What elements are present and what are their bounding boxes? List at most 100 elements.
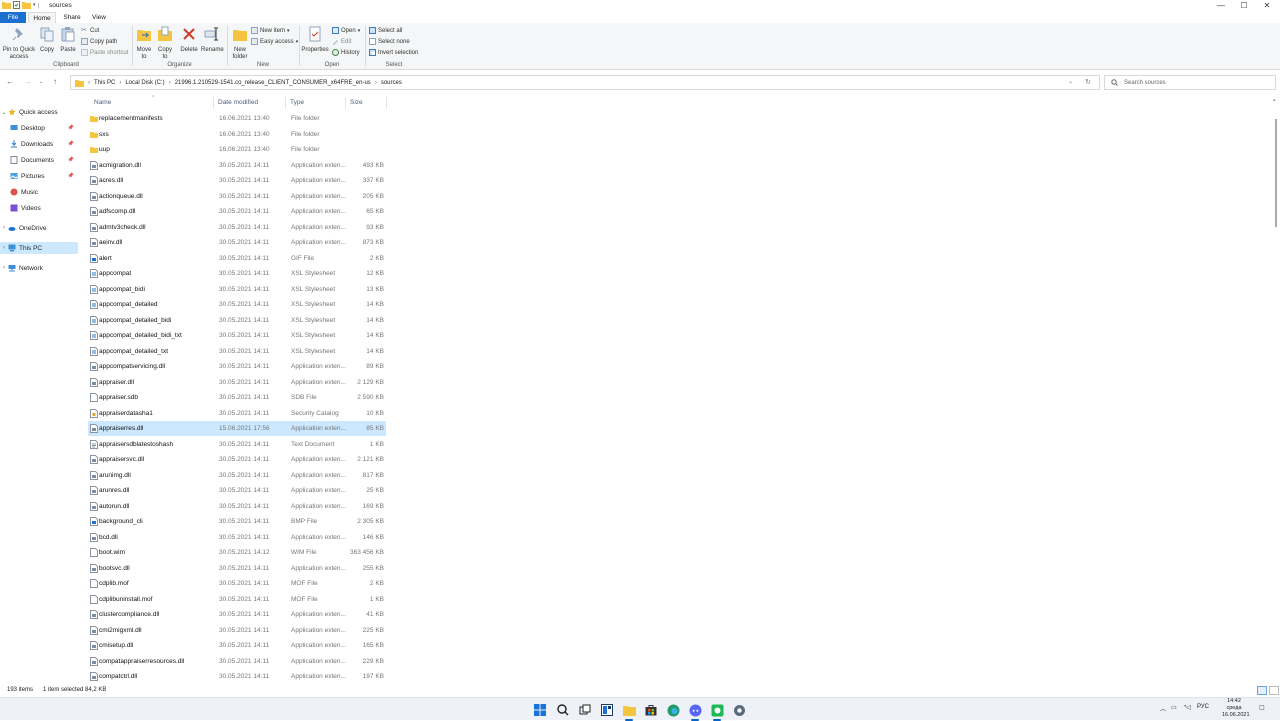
open-button[interactable]: Open ▾ (332, 27, 360, 34)
breadcrumb-separator-icon[interactable]: › (88, 80, 90, 86)
back-arrow-icon[interactable]: ← (6, 77, 14, 86)
network-status-icon[interactable]: ▭ (1171, 704, 1177, 711)
file-row[interactable]: bootsvc.dll 30.05.2021 14:11 Application e… (88, 561, 386, 576)
file-row[interactable]: aeinv.dll 30.05.2021 14:11 Application ext… (88, 235, 386, 250)
large-icons-view-button[interactable] (1269, 686, 1279, 695)
file-row[interactable]: replacementmanifests 16.06.2021 13:40 File… (88, 111, 386, 126)
nav-onedrive[interactable]: › OneDrive (0, 222, 78, 234)
nav-this-pc[interactable]: › This PC (0, 242, 78, 254)
refresh-icon[interactable]: ↻ (1085, 78, 1091, 86)
qa-dropdown-icon[interactable]: ▾ (33, 2, 36, 8)
file-row[interactable]: appcompat_detailed_bidi 30.05.2021 14:11 X… (88, 313, 386, 328)
column-name[interactable]: Name (94, 99, 111, 106)
file-row[interactable]: compatappraiserresources.dll 30.05.2021 1… (88, 654, 386, 669)
file-row[interactable]: admtv3check.dll 30.05.2021 14:11 Applicati… (88, 220, 386, 235)
nav-quick-access[interactable]: ⌄ Quick access (0, 106, 78, 118)
nav-pictures[interactable]: Pictures 📌 (0, 170, 78, 182)
breadcrumb-separator-icon[interactable]: › (375, 80, 377, 86)
select-none-button[interactable]: Select none (369, 38, 410, 45)
file-row[interactable]: appcompat_detailed_bidi_txt 30.05.2021 14… (88, 328, 386, 343)
nav-network[interactable]: › Network (0, 262, 78, 274)
file-row[interactable]: arunimg.dll 30.05.2021 14:11 Application e… (88, 468, 386, 483)
tab-file[interactable]: File (0, 12, 26, 23)
column-type[interactable]: Type (290, 99, 304, 106)
properties-button[interactable]: Properties (301, 26, 329, 54)
address-dropdown-icon[interactable]: ⌄ (1068, 78, 1073, 85)
file-row[interactable]: arunres.dll 30.05.2021 14:11 Application e… (88, 483, 386, 498)
expand-arrow-icon[interactable]: ⌄ (0, 109, 8, 116)
close-button[interactable]: ✕ (1256, 0, 1278, 11)
vertical-scrollbar[interactable]: ▴ (1272, 97, 1279, 683)
file-row[interactable]: appcompat_detailed 30.05.2021 14:11 XSL St… (88, 297, 386, 312)
notifications-icon[interactable]: ▢ (1259, 704, 1265, 711)
pin-quick-access-button[interactable]: Pin to Quick access (2, 26, 36, 61)
properties-icon[interactable] (13, 1, 20, 9)
file-row[interactable]: bcd.dll 30.05.2021 14:11 Application exten… (88, 530, 386, 545)
forward-arrow-icon[interactable]: → (24, 77, 32, 86)
taskbar-clock[interactable]: 14:42 среда 16.06.2021 (1222, 698, 1250, 719)
paste-button[interactable]: Paste (58, 26, 78, 54)
easy-access-button[interactable]: Easy access ▾ (251, 38, 298, 45)
file-row[interactable]: adfscomp.dll 30.05.2021 14:11 Application … (88, 204, 386, 219)
file-row[interactable]: alert 30.05.2021 14:11 GIF File 2 KB (88, 251, 386, 266)
breadcrumb-separator-icon[interactable]: › (119, 80, 121, 86)
column-divider[interactable] (285, 97, 286, 109)
address-bar[interactable]: › This PC › Local Disk (C:) › 21996.1.21… (70, 75, 1100, 90)
file-row[interactable]: cdplib.mof 30.05.2021 14:11 MOF File 2 KB (88, 576, 386, 591)
column-divider[interactable] (213, 97, 214, 109)
breadcrumb-this-pc[interactable]: This PC (94, 80, 115, 86)
up-arrow-icon[interactable]: ↑ (53, 77, 57, 86)
file-row[interactable]: background_cli 30.05.2021 14:11 BMP File 2 … (88, 514, 386, 529)
breadcrumb-release-folder[interactable]: 21996.1.210529-1541.co_release_CLIENT_CO… (175, 80, 371, 86)
tab-view[interactable]: View (88, 12, 110, 23)
file-row[interactable]: sxs 16.06.2021 13:40 File folder (88, 127, 386, 142)
edge-browser-icon[interactable] (665, 702, 681, 718)
file-row[interactable]: appraiser.sdb 30.05.2021 14:11 SDB File 2 5… (88, 390, 386, 405)
scroll-up-icon[interactable]: ▴ (1273, 97, 1276, 103)
nav-desktop[interactable]: Desktop 📌 (0, 122, 78, 134)
file-row[interactable]: acres.dll 30.05.2021 14:11 Application ext… (88, 173, 386, 188)
file-row[interactable]: uup 16.06.2021 13:40 File folder (88, 142, 386, 157)
language-indicator[interactable]: РУС (1197, 704, 1209, 710)
file-row[interactable]: clustercompliance.dll 30.05.2021 14:11 App… (88, 607, 386, 622)
select-all-button[interactable]: Select all (369, 27, 402, 34)
file-row[interactable]: cdplibuninstall.mof 30.05.2021 14:11 MOF F… (88, 592, 386, 607)
copy-button[interactable]: Copy (37, 26, 57, 54)
maximize-button[interactable]: ☐ (1233, 0, 1255, 11)
column-size[interactable]: Size (350, 99, 363, 106)
new-folder-icon[interactable] (22, 1, 31, 9)
settings-gear-icon[interactable] (731, 702, 747, 718)
file-row[interactable]: compatctrl.dll 30.05.2021 14:11 Applicatio… (88, 669, 386, 684)
cut-button[interactable]: ✂ Cut (81, 27, 99, 34)
tray-chevron-icon[interactable]: ︿ (1160, 704, 1166, 713)
invert-selection-button[interactable]: Invert selection (369, 49, 418, 56)
task-view-icon[interactable] (577, 702, 593, 718)
file-row[interactable]: boot.wim 30.05.2021 14:12 WIM File 363 456 … (88, 545, 386, 560)
column-date-modified[interactable]: Date modified (218, 99, 258, 106)
move-to-button[interactable]: Move to (134, 26, 154, 61)
new-folder-button[interactable]: New folder (229, 26, 251, 61)
nav-downloads[interactable]: Downloads 📌 (0, 138, 78, 150)
new-item-button[interactable]: New item ▾ (251, 27, 290, 34)
breadcrumb-local-disk[interactable]: Local Disk (C:) (125, 80, 164, 86)
delete-button[interactable]: Delete (178, 26, 200, 54)
spotify-icon[interactable] (709, 702, 725, 721)
file-row[interactable]: actionqueue.dll 30.05.2021 14:11 Applicati… (88, 189, 386, 204)
edit-button[interactable]: Edit (332, 38, 351, 45)
file-row[interactable]: appraisersdblatestoshash 30.05.2021 14:11… (88, 437, 386, 452)
expand-arrow-icon[interactable]: › (0, 265, 8, 271)
scrollbar-thumb[interactable] (1275, 119, 1277, 227)
search-box[interactable]: Search sources (1104, 75, 1276, 90)
tab-share[interactable]: Share (60, 12, 84, 23)
breadcrumb-sources[interactable]: sources (381, 80, 402, 86)
file-row[interactable]: appcompat 30.05.2021 14:11 XSL Stylesheet 1… (88, 266, 386, 281)
breadcrumb-separator-icon[interactable]: › (169, 80, 171, 86)
file-row[interactable]: cmi2migxml.dll 30.05.2021 14:11 Applicatio… (88, 623, 386, 638)
file-row[interactable]: appraiserres.dll 15.06.2021 17:56 Applicat… (88, 421, 386, 436)
nav-documents[interactable]: Documents 📌 (0, 154, 78, 166)
file-explorer-icon[interactable] (621, 702, 637, 721)
store-icon[interactable] (643, 702, 659, 718)
copy-to-button[interactable]: Copy to (155, 26, 175, 61)
recent-locations-chevron-icon[interactable]: ⌄ (39, 79, 43, 85)
minimize-button[interactable]: — (1210, 0, 1232, 11)
